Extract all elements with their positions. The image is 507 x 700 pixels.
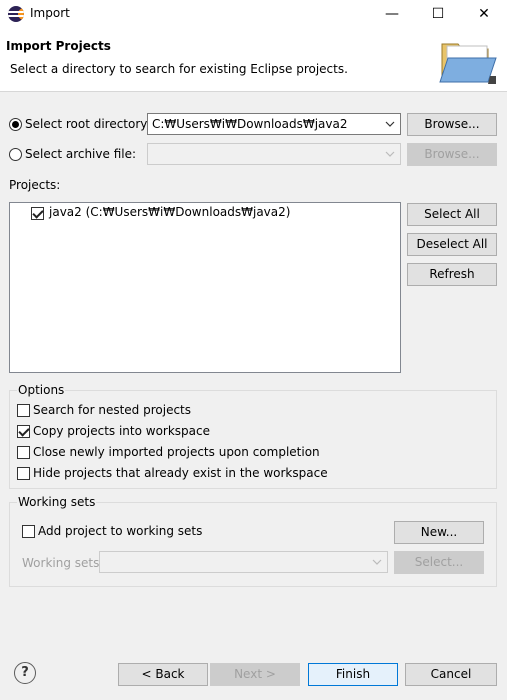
close-button[interactable]: ✕ [461, 0, 507, 28]
close-imported-label[interactable]: Close newly imported projects upon compl… [33, 445, 320, 459]
title-bar: Import — ☐ ✕ [0, 0, 507, 28]
next-button[interactable]: Next > [210, 663, 300, 686]
select-working-set-button[interactable]: Select... [394, 551, 484, 574]
root-directory-label: Select root directory: [25, 117, 151, 131]
projects-list[interactable]: java2 (C:₩Users₩i₩Downloads₩java2) [9, 202, 401, 373]
hide-existing-checkbox[interactable] [17, 467, 30, 480]
root-directory-combo[interactable]: C:₩Users₩i₩Downloads₩java2 [147, 113, 401, 135]
project-item-label[interactable]: java2 (C:₩Users₩i₩Downloads₩java2) [49, 205, 290, 219]
options-legend: Options [17, 383, 66, 397]
minimize-button[interactable]: — [369, 0, 415, 28]
help-icon[interactable]: ? [14, 662, 36, 684]
cancel-button[interactable]: Cancel [405, 663, 497, 686]
wizard-header: Import Projects Select a directory to se… [0, 28, 507, 92]
window-title: Import [30, 6, 70, 20]
working-sets-combo[interactable] [99, 551, 388, 573]
copy-projects-label[interactable]: Copy projects into workspace [33, 424, 210, 438]
archive-file-radio[interactable] [9, 148, 22, 161]
root-directory-radio[interactable] [9, 118, 22, 131]
working-sets-label: Working sets: [22, 556, 104, 570]
root-directory-value: C:₩Users₩i₩Downloads₩java2 [152, 117, 348, 131]
back-button[interactable]: < Back [118, 663, 208, 686]
add-working-sets-label[interactable]: Add project to working sets [38, 524, 202, 538]
nested-projects-label[interactable]: Search for nested projects [33, 403, 191, 417]
maximize-button[interactable]: ☐ [415, 0, 461, 28]
project-checkbox[interactable] [31, 207, 44, 220]
hide-existing-label[interactable]: Hide projects that already exist in the … [33, 466, 328, 480]
close-imported-checkbox[interactable] [17, 446, 30, 459]
archive-file-label: Select archive file: [25, 147, 137, 161]
archive-file-combo[interactable] [147, 143, 401, 165]
folder-icon [439, 43, 497, 84]
refresh-button[interactable]: Refresh [407, 263, 497, 286]
projects-label: Projects: [9, 178, 61, 192]
page-description: Select a directory to search for existin… [10, 62, 348, 76]
working-sets-legend: Working sets [17, 495, 97, 509]
add-working-sets-checkbox[interactable] [22, 525, 35, 538]
page-title: Import Projects [6, 39, 111, 53]
eclipse-icon [8, 6, 24, 22]
chevron-down-icon [372, 559, 382, 565]
chevron-down-icon [385, 121, 395, 127]
working-sets-group [9, 502, 497, 587]
finish-button[interactable]: Finish [308, 663, 398, 686]
deselect-all-button[interactable]: Deselect All [407, 233, 497, 256]
copy-projects-checkbox[interactable] [17, 425, 30, 438]
nested-projects-checkbox[interactable] [17, 404, 30, 417]
browse-archive-button[interactable]: Browse... [407, 143, 497, 166]
select-all-button[interactable]: Select All [407, 203, 497, 226]
chevron-down-icon [385, 151, 395, 157]
browse-root-button[interactable]: Browse... [407, 113, 497, 136]
new-working-set-button[interactable]: New... [394, 521, 484, 544]
